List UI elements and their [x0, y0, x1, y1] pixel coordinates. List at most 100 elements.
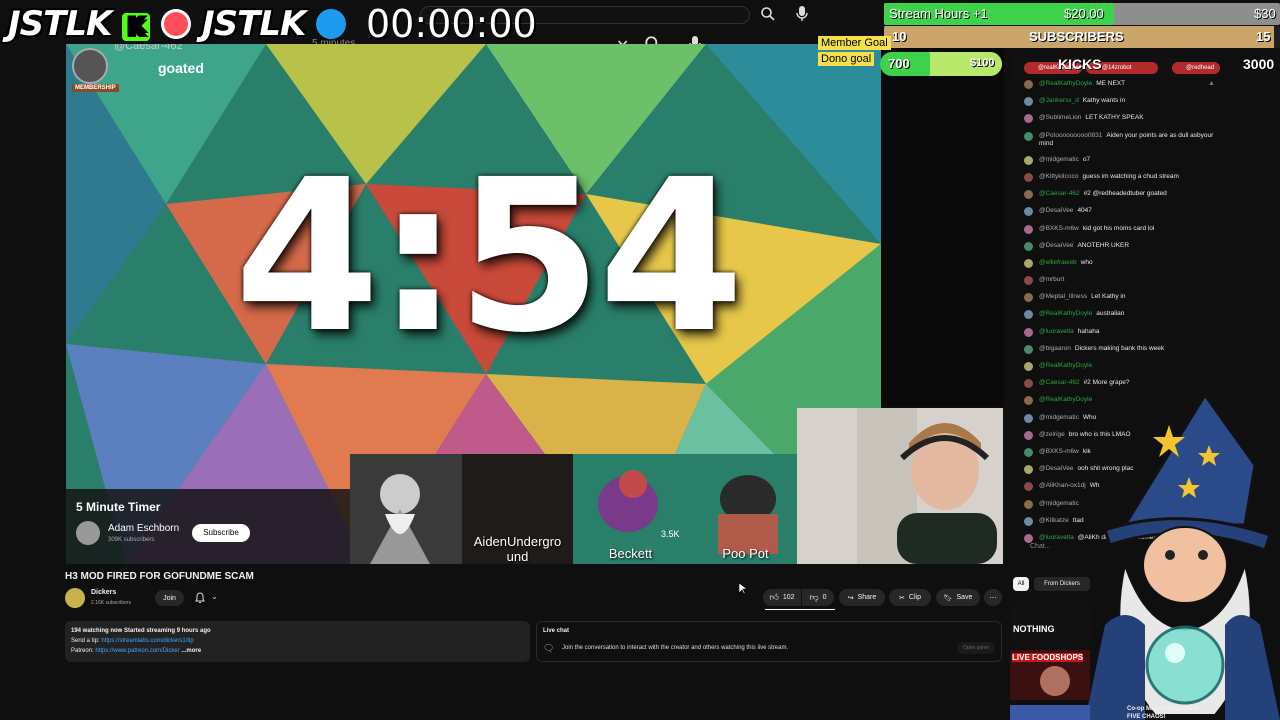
chat-text: who [1080, 258, 1093, 266]
chat-message-body: @Caesar-462 #2 @redheadedtuber goated [1039, 190, 1167, 198]
chat-input[interactable]: Chat... [1030, 543, 1051, 550]
clip-button[interactable]: ✂ Clip [889, 589, 931, 606]
tip-link[interactable]: https://streamlabs.com/dickers1/tip [101, 638, 193, 644]
avatar [1024, 131, 1033, 141]
pinned-text: goated [158, 60, 204, 76]
more-link[interactable]: ...more [181, 648, 201, 654]
chat-author[interactable]: @midgematic [1039, 156, 1079, 163]
cursor-icon [738, 582, 748, 595]
filter-chip-all[interactable]: All [1013, 577, 1029, 591]
avatar [1024, 379, 1033, 389]
save-button[interactable]: 🔖︎ Save [936, 589, 980, 606]
open-panel-button[interactable]: Open panel [957, 642, 995, 654]
channel-subs: 2.16K subscribers [91, 600, 132, 606]
rec-video-title[interactable]: Co-op Mario + Rabbids Is FIVE CHAOS! [1127, 705, 1207, 720]
chat-author[interactable]: @luoravetla [1039, 534, 1074, 541]
thumbnail-aiden[interactable]: AidenUndergro und [462, 454, 573, 564]
livechat-title: Live chat [543, 628, 570, 634]
chat-author[interactable]: @Potooooooooo0831 [1039, 132, 1102, 139]
chat-author[interactable]: @BXKS-m6w [1039, 448, 1079, 455]
kicks-count: 700 [888, 56, 910, 71]
chat-text: australian [1096, 310, 1125, 318]
stream-hours-goal: $30 [1254, 6, 1276, 21]
video-card: 5 Minute Timer Adam Eschborn 309K subscr… [66, 489, 366, 564]
chat-author[interactable]: @Caesar-462 [1039, 379, 1080, 386]
share-icon: ↪ [847, 594, 854, 602]
chat-text: o7 [1082, 155, 1091, 163]
chat-text: ME NEXT [1096, 80, 1126, 87]
chat-message: @RealKathyDoyle ME NEXT [1012, 80, 1217, 89]
rec-video-thumb[interactable]: LIVE FOODSHOPS [1010, 650, 1090, 700]
description-box[interactable]: 194 watching now Started streaming 9 hou… [65, 621, 530, 662]
mic-icon[interactable] [794, 5, 810, 23]
bell-icon[interactable] [194, 591, 206, 603]
membership-badge: MEMBERSHIP [72, 84, 119, 92]
share-button[interactable]: ↪ Share [839, 589, 885, 606]
chat-author[interactable]: @Jankersx_d [1039, 97, 1079, 104]
chat-author[interactable]: @zelrige [1039, 431, 1065, 438]
avatar [1024, 310, 1033, 320]
chat-text: 4047 [1077, 207, 1092, 215]
avatar [1024, 155, 1033, 165]
chat-author[interactable]: @elliefraweb [1039, 259, 1077, 266]
rec-video-thumb[interactable] [1010, 705, 1090, 720]
chat-message-body: @SublimeLion LET KATHY SPEAK [1039, 114, 1144, 122]
avatar [76, 521, 100, 545]
chat-author[interactable]: @DesaiVee [1039, 207, 1073, 214]
chevron-down-icon[interactable]: ⌄ [211, 592, 218, 601]
chat-author[interactable]: @midgematic [1039, 414, 1079, 421]
chat-author[interactable]: @Kitkatze [1039, 517, 1069, 524]
chat-author[interactable]: @midgematic [1039, 500, 1079, 507]
chat-top-user: @redhead [1172, 62, 1220, 74]
video-player[interactable]: 4:54 @Caesar-462 goated MEMBERSHIP 5 Min… [66, 44, 881, 564]
chat-author[interactable]: @bigaaron [1039, 345, 1071, 352]
chat-author[interactable]: @RealKathyDoyle [1039, 80, 1092, 87]
chat-message: @RealKathyDoyle [1012, 362, 1217, 371]
patreon-label: Patreon: [71, 648, 94, 654]
dislike-button[interactable]: 👎︎ 0 [802, 589, 834, 606]
channel-name[interactable]: Dickers [91, 589, 116, 596]
member-goal-badge: Member Goal [818, 36, 891, 50]
like-button[interactable]: 👍︎ 102 [763, 589, 801, 606]
chat-author[interactable]: @AliKhan-ox1dj [1039, 482, 1086, 489]
chat-author[interactable]: @SublimeLion [1039, 114, 1081, 121]
chat-message: @SublimeLion LET KATHY SPEAK [1012, 114, 1217, 124]
chat-message-body: @DesaiVee 4047 [1039, 207, 1092, 215]
chat-message: @mrburt [1012, 276, 1217, 286]
chat-author[interactable]: @DesaiVee [1039, 465, 1073, 472]
chat-author[interactable]: @Meptal_Illness [1039, 293, 1087, 300]
chat-scrollbar[interactable]: ▲ [1208, 80, 1215, 90]
chat-message: @DesaiVee ANOTEHR UKER [1012, 241, 1217, 251]
subscribe-button[interactable]: Subscribe [192, 524, 250, 542]
chat-author[interactable]: @RealKathyDoyle [1039, 310, 1092, 317]
filter-chip-from[interactable]: From Dickers [1034, 577, 1090, 591]
patreon-link[interactable]: https://www.patreon.com/Dicker [95, 648, 179, 654]
chat-author[interactable]: @Caesar-462 [1039, 190, 1080, 197]
avatar[interactable] [65, 588, 85, 608]
chat-message: @Kittykitcoco guess im watching a chud st… [1012, 172, 1217, 182]
chat-author[interactable]: @luoravetla [1039, 328, 1074, 335]
thumbnail-beckett[interactable]: 3.5K Beckett [573, 454, 688, 564]
bookmark-icon: 🔖︎ [943, 594, 953, 602]
join-button[interactable]: Join [155, 590, 184, 606]
rec-title: LIVE FOODSHOPS [1012, 653, 1084, 662]
channel-logo: JSTLK K [8, 4, 192, 44]
chat-author[interactable]: @Kittykitcoco [1039, 173, 1078, 180]
rec-video-thumb[interactable]: NOTHING [1010, 602, 1090, 646]
chat-author[interactable]: @BXKS-m6w [1039, 225, 1079, 232]
dislike-count: 0 [822, 594, 827, 601]
thumbnail-poopot[interactable]: Poo Pot [688, 454, 803, 564]
card-channel[interactable]: Adam Eschborn [108, 523, 179, 534]
thumbnail-wizard[interactable] [350, 454, 462, 564]
search-icon[interactable] [760, 6, 776, 22]
chat-text: guess im watching a chud stream [1082, 172, 1179, 180]
chat-author[interactable]: @mrburt [1039, 276, 1064, 283]
dono-goal-badge: Dono goal [818, 52, 875, 66]
chat-message-body: @BXKS-m6w kid got his moms card lol [1039, 225, 1154, 233]
more-vert-icon[interactable]: ⋮ [1208, 705, 1217, 716]
chat-author[interactable]: @RealKathyDoyle [1039, 362, 1092, 369]
thumbs-up-icon: 👍︎ [769, 592, 779, 602]
thumb-label: Poo Pot [722, 546, 769, 561]
more-button[interactable]: ⋯ [984, 589, 1002, 606]
chat-author[interactable]: @DesaiVee [1039, 242, 1073, 249]
